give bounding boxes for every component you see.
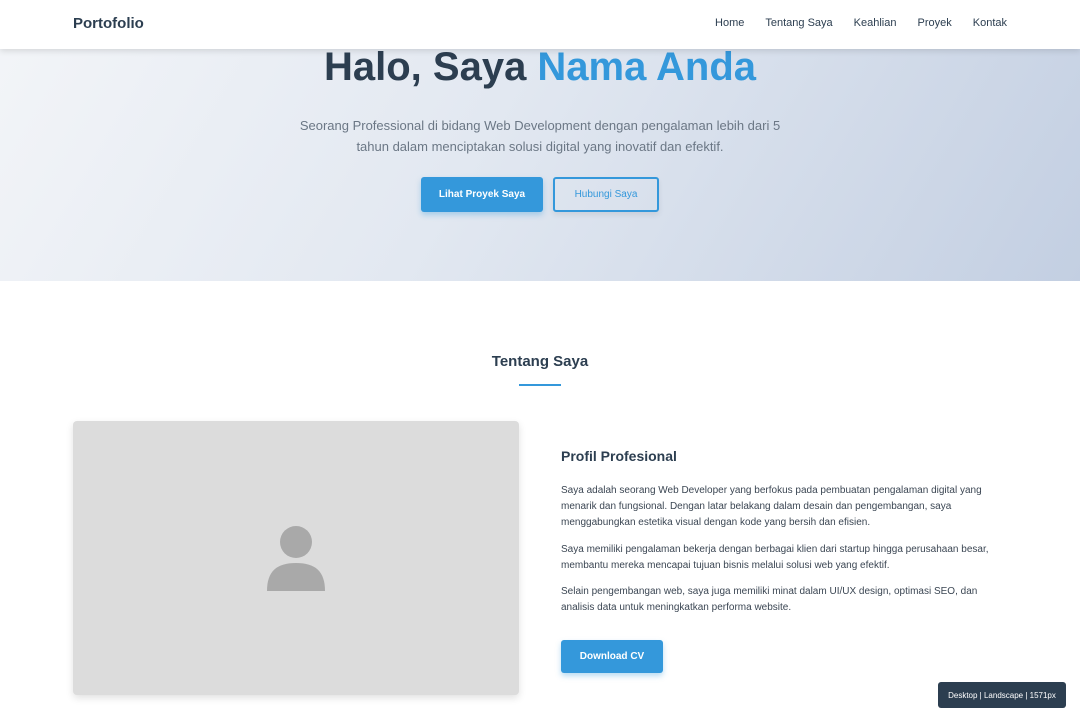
nav-link-home[interactable]: Home (715, 17, 744, 29)
nav-menu: Home Tentang Saya Keahlian Proyek Kontak (715, 17, 1007, 29)
hero-description: Seorang Professional di bidang Web Devel… (299, 118, 781, 154)
navbar: Portofolio Home Tentang Saya Keahlian Pr… (0, 0, 1080, 49)
hero-title: Halo, Saya Nama Anda (0, 45, 1080, 90)
about-paragraph: Saya memiliki pengalaman bekerja dengan … (561, 544, 989, 571)
nav-link-skills[interactable]: Keahlian (854, 17, 897, 29)
hero-title-prefix: Halo, Saya (323, 45, 538, 89)
nav-link-projects[interactable]: Proyek (918, 17, 952, 29)
section-title: Tentang Saya (491, 353, 589, 370)
nav-link-contact[interactable]: Kontak (973, 17, 1007, 29)
about-paragraph: Saya adalah seorang Web Developer yang b… (561, 485, 982, 528)
nav-link-about[interactable]: Tentang Saya (765, 17, 832, 29)
hero-title-accent: Nama Anda (537, 45, 756, 89)
title-underline (519, 384, 561, 386)
view-projects-button[interactable]: Lihat Proyek Saya (421, 177, 543, 212)
brand-logo[interactable]: Portofolio (73, 15, 144, 32)
profile-photo-placeholder (73, 421, 519, 695)
contact-me-button[interactable]: Hubungi Saya (553, 177, 659, 212)
viewport-indicator-badge: Desktop | Landscape | 1571px (938, 682, 1066, 708)
person-icon (267, 526, 325, 591)
profile-heading: Profil Profesional (561, 448, 677, 464)
download-cv-button[interactable]: Download CV (561, 640, 663, 673)
about-paragraph: Selain pengembangan web, saya juga memil… (561, 586, 978, 613)
